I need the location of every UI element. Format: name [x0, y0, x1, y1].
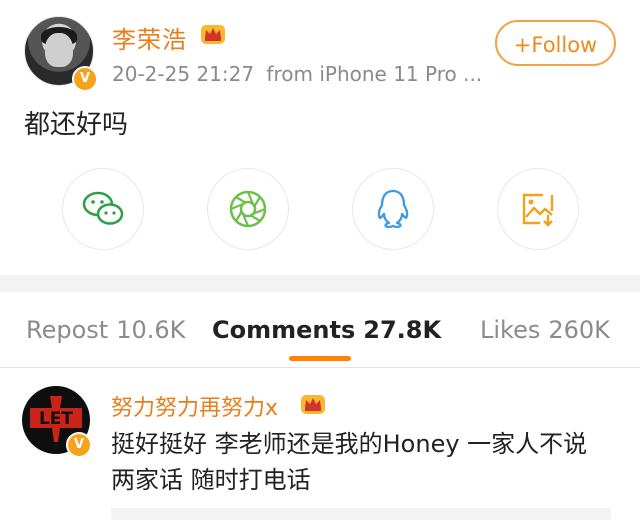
comment-text: 挺好挺好 李老师还是我的Honey 一家人不说两家话 随时打电话 [111, 430, 588, 494]
section-divider [0, 275, 640, 292]
tab-repost-label: Repost [26, 316, 109, 344]
commenter-crown-icon [301, 395, 325, 414]
tab-repost[interactable]: Repost 10.6K [26, 316, 185, 344]
tab-likes[interactable]: Likes 260K [480, 316, 610, 344]
share-moments-button[interactable] [207, 168, 289, 250]
wechat-icon [82, 191, 124, 225]
wechat-moments-icon [229, 190, 267, 228]
tab-likes-label: Likes [480, 316, 541, 344]
share-wechat-button[interactable] [62, 168, 144, 250]
tab-comments-label: Comments [212, 316, 356, 344]
follow-button[interactable]: +Follow [495, 20, 616, 66]
commenter-verified-badge-icon: V [66, 432, 92, 458]
commenter-name[interactable]: 努力努力再努力x [111, 390, 278, 422]
tab-likes-count: 260K [548, 316, 610, 344]
post-card: V 李荣浩 20-2-25 21:27 from iPhone 11 Pro .… [0, 0, 640, 275]
reply-preview-box[interactable] [111, 508, 611, 520]
post-meta: 20-2-25 21:27 from iPhone 11 Pro ... [112, 62, 482, 86]
svg-text:LET: LET [39, 409, 73, 429]
comment-item: LET V 努力努力再努力x 挺好挺好 李老师还是我的Honey 一家人不说两家… [0, 368, 640, 520]
save-image-icon [522, 193, 554, 227]
interaction-tabs: Repost 10.6K Comments 27.8K Likes 260K [0, 292, 640, 368]
post-source: from iPhone 11 Pro ... [266, 62, 483, 86]
share-qq-button[interactable] [352, 168, 434, 250]
qq-icon [377, 189, 409, 229]
tab-repost-count: 10.6K [116, 316, 186, 344]
author-name[interactable]: 李荣浩 [112, 20, 187, 55]
tab-comments-count: 27.8K [363, 316, 442, 344]
post-content: 都还好吗 [24, 110, 129, 140]
post-timestamp: 20-2-25 21:27 [112, 62, 255, 86]
tab-comments[interactable]: Comments 27.8K [212, 316, 441, 344]
crown-icon [201, 25, 225, 44]
save-image-button[interactable] [497, 168, 579, 250]
verified-badge-icon: V [72, 66, 98, 92]
active-tab-indicator [289, 356, 351, 361]
